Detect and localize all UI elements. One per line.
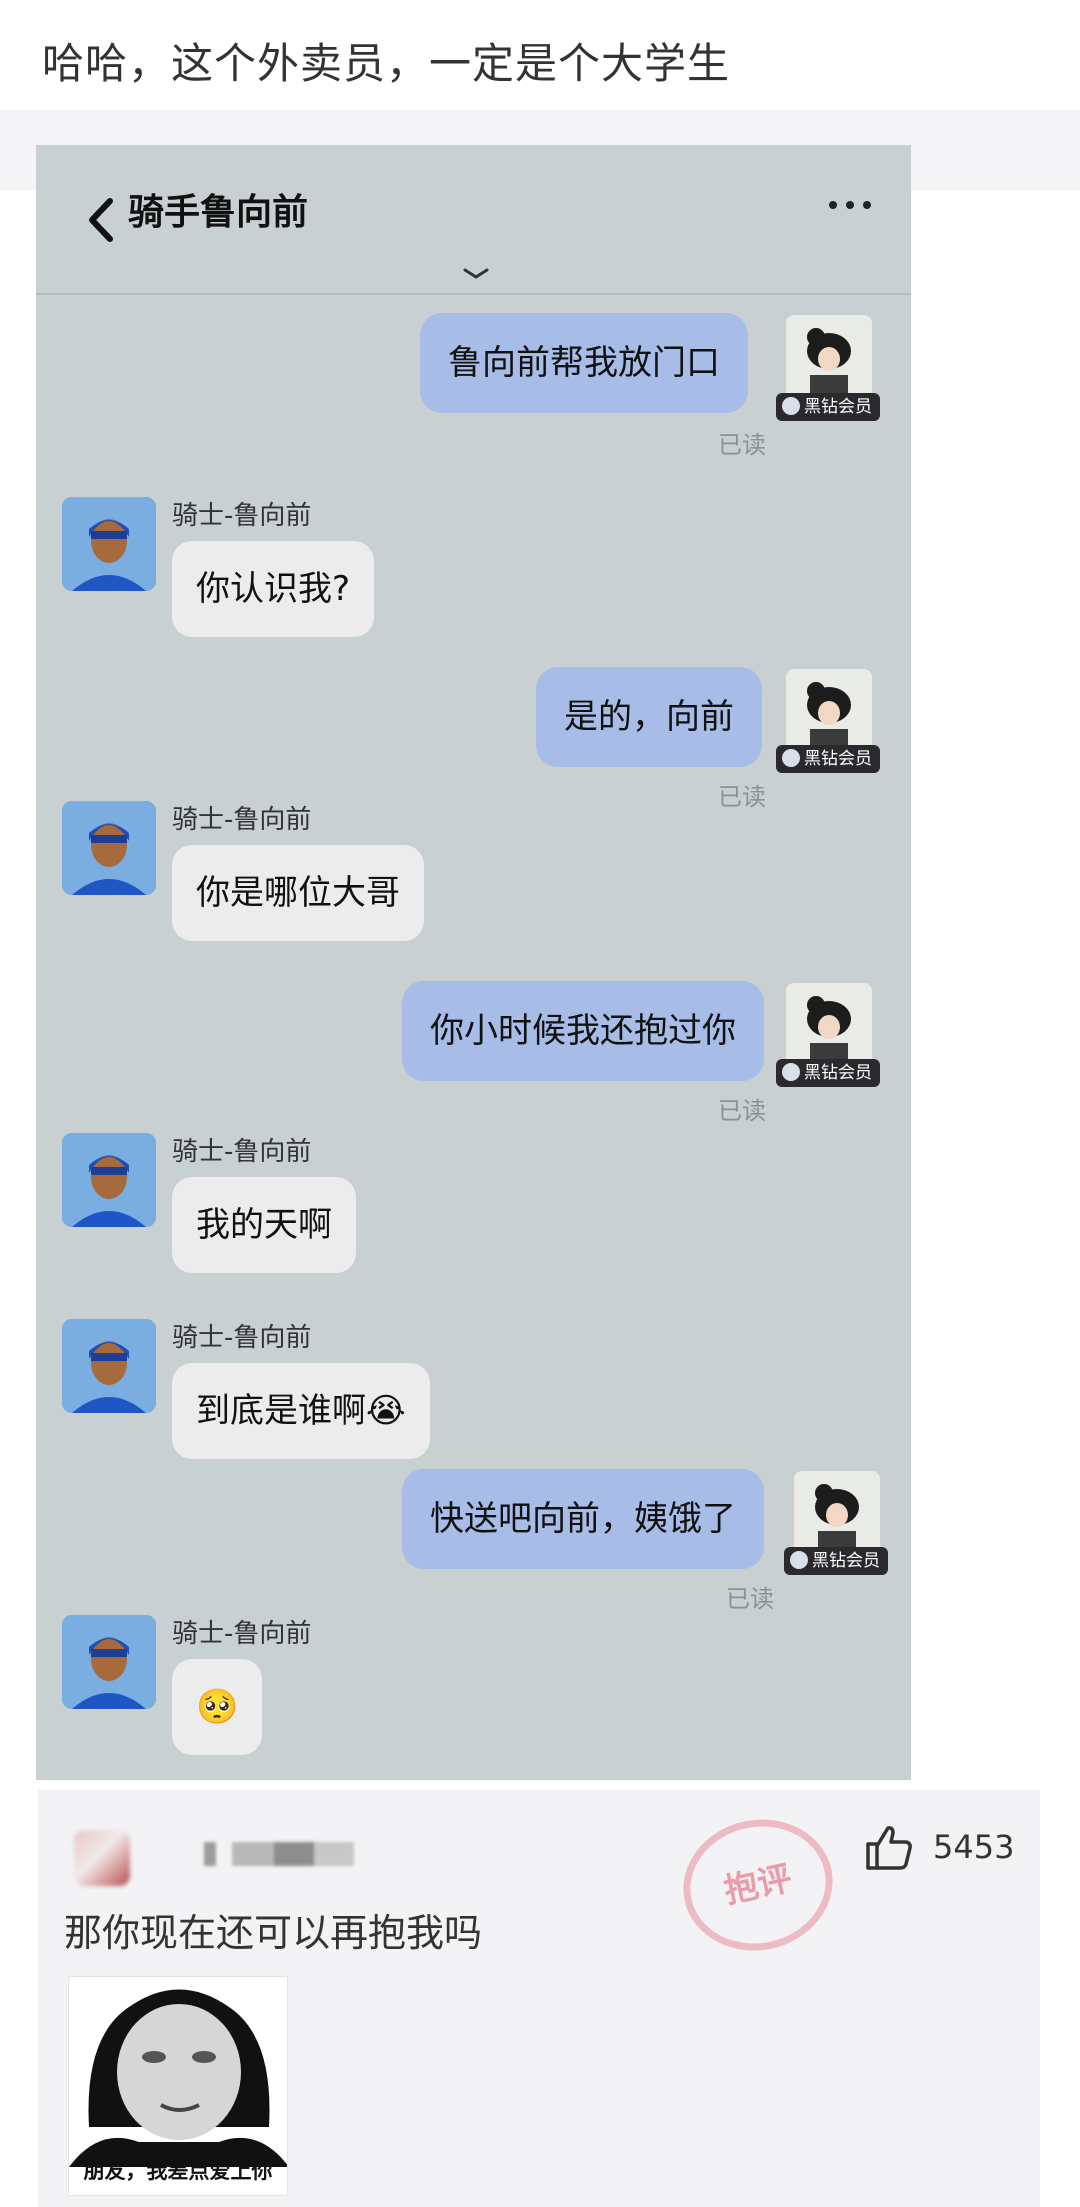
vip-label: 黑钻会员 [812,1551,880,1571]
read-status: 已读 [718,1097,766,1125]
message-bubble[interactable]: 到底是谁啊😭 [172,1363,430,1459]
message-bubble[interactable]: 是的，向前 [536,667,762,767]
rider-avatar[interactable] [62,497,156,591]
vip-label: 黑钻会员 [804,749,872,769]
user-avatar[interactable] [786,669,872,755]
heart-badge-icon [782,1063,800,1081]
commenter-avatar[interactable] [74,1830,130,1886]
rider-avatar[interactable] [62,1133,156,1227]
heart-badge-icon [782,397,800,415]
message-bubble[interactable]: 快送吧向前，姨饿了 [402,1469,764,1569]
read-status: 已读 [718,783,766,811]
commenter-name-blurred [204,1842,354,1866]
heart-badge-icon [782,749,800,767]
user-avatar[interactable] [786,983,872,1069]
like-count: 5453 [933,1828,1015,1866]
read-status: 已读 [718,431,766,459]
vip-badge: 黑钻会员 [776,1059,880,1087]
user-avatar[interactable] [786,315,872,401]
sender-name: 骑士-鲁向前 [172,1323,312,1353]
meme-caption: 朋友，我差点爱上你 [83,2159,273,2183]
message-bubble[interactable]: 我的天啊 [172,1177,356,1273]
post-title: 哈哈，这个外卖员，一定是个大学生 [42,39,731,88]
sender-name: 骑士-鲁向前 [172,1619,312,1649]
top-comment-card: 抱评 5453 那你现在还可以再抱我吗 朋友，我差点爱上你 [38,1790,1040,2207]
chevron-down-icon[interactable] [461,265,491,283]
rider-avatar[interactable] [62,1319,156,1413]
sender-name: 骑士-鲁向前 [172,1137,312,1167]
message-bubble[interactable]: 你认识我? [172,541,375,637]
read-status: 已读 [726,1585,774,1613]
rider-avatar[interactable] [62,1615,156,1709]
vip-label: 黑钻会员 [804,1063,872,1083]
thumbs-up-icon[interactable] [862,1822,914,1874]
message-bubble[interactable]: 🥺 [172,1659,263,1755]
sender-name: 骑士-鲁向前 [172,501,312,531]
comment-text: 那你现在还可以再抱我吗 [64,1911,483,1955]
message-bubble[interactable]: 你是哪位大哥 [172,845,424,941]
more-options-icon[interactable] [825,193,875,217]
vip-label: 黑钻会员 [804,397,872,417]
chat-title: 骑手鲁向前 [128,192,309,233]
back-arrow-icon[interactable] [84,195,118,245]
vip-badge: 黑钻会员 [776,745,880,773]
rider-avatar[interactable] [62,801,156,895]
vip-badge: 黑钻会员 [784,1547,888,1575]
message-bubble[interactable]: 你小时候我还抱过你 [402,981,764,1081]
sender-name: 骑士-鲁向前 [172,805,312,835]
chat-screenshot: 骑手鲁向前 鲁向前帮我放门口 黑钻会员 已读 骑士-鲁向前 你认识我? 是的，向… [36,145,911,1780]
message-bubble[interactable]: 鲁向前帮我放门口 [420,313,748,413]
vip-badge: 黑钻会员 [776,393,880,421]
meme-image[interactable]: 朋友，我差点爱上你 [68,1976,288,2196]
user-avatar[interactable] [794,1471,880,1557]
chat-header: 骑手鲁向前 [36,145,911,295]
heart-badge-icon [790,1551,808,1569]
hot-comment-stamp: 抱评 [671,1805,845,1965]
